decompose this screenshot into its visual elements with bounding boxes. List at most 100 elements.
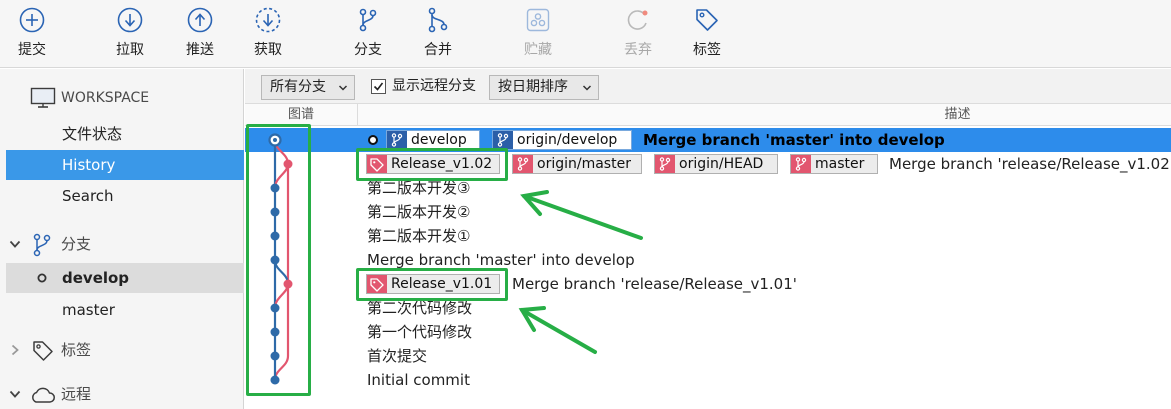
sort-dropdown[interactable]: 按日期排序 [489,75,599,100]
branch-badge-icon [655,155,675,173]
annotation-arrows [518,190,643,354]
show-remote-checkbox[interactable] [371,79,386,94]
history-label: History [62,156,116,174]
checkmark-icon [373,82,384,91]
arrow-down-circle-icon [117,7,143,33]
sidebar-item-branch-develop[interactable]: develop [6,263,244,293]
push-label: 推送 [186,42,214,58]
tag-highlight-box-v1-01 [356,268,508,301]
sort-value: 按日期排序 [498,79,568,95]
branch-button[interactable]: 分支 [338,6,398,64]
tag-button[interactable]: 标签 [677,6,737,64]
merge-label: 合并 [424,42,452,58]
ref-badge-master[interactable]: master [790,154,878,174]
ref-badge-label: origin/develop [517,132,618,148]
remotes-header[interactable]: 远程 [0,379,244,409]
stash-box-icon [526,8,550,32]
current-branch-dot-icon [37,273,47,283]
file-status-label: 文件状态 [62,125,123,143]
graph-column-label: 图谱 [287,107,314,122]
commit-message: 第二版本开发① [367,227,471,245]
commit-message: Initial commit [367,371,470,389]
discard-refresh-icon [627,10,648,30]
branch-badge-icon [791,155,811,173]
workspace-header[interactable]: WORKSPACE [0,83,244,113]
toolbar: 提交 拉取 推送 获取 分支 合并 贮藏 丢弃 标签 [0,0,1171,68]
commit-message: 首次提交 [367,347,428,365]
commit-row[interactable]: Initial commit [245,368,1171,392]
stash-button[interactable]: 贮藏 [508,6,568,64]
branch-label: 分支 [354,42,382,58]
search-label: Search [62,187,114,205]
stash-label: 贮藏 [524,42,552,58]
pull-button[interactable]: 拉取 [100,6,160,64]
branch-badge-icon [493,131,513,149]
monitor-icon [30,87,56,108]
tags-header-label: 标签 [61,341,92,359]
head-indicator-icon [368,135,378,145]
merge-icon [428,7,448,33]
sidebar-item-history[interactable]: History [6,150,244,180]
ref-badge-origin-master[interactable]: origin/master [512,154,642,174]
commit-label: 提交 [18,42,46,58]
chevron-down-icon [338,85,348,91]
commit-message: 第二版本开发② [367,203,471,221]
branch-badge-icon [513,155,533,173]
push-button[interactable]: 推送 [170,6,230,64]
branch-badge-icon [387,131,407,149]
chevron-down-icon [9,240,21,248]
remotes-header-label: 远程 [61,385,92,403]
filter-bar: 所有分支 显示远程分支 按日期排序 [245,69,1171,104]
ref-badge-label: develop [411,132,467,148]
branch-master-label: master [62,301,115,319]
fetch-button[interactable]: 获取 [238,6,298,64]
discard-label: 丢弃 [624,42,652,58]
annotation-arrow [522,194,643,240]
commit-row[interactable]: 第一个代码修改 [245,320,1171,344]
workspace-label: WORKSPACE [61,90,150,106]
tag-icon [33,341,53,361]
ref-badge-label: master [815,156,865,172]
tag-icon [696,9,718,31]
ref-badge-label: origin/master [537,156,631,172]
pull-label: 拉取 [116,42,144,58]
commit-message: Merge branch 'release/Release_v1.02' [889,155,1171,173]
commit-row[interactable]: 第二版本开发① [245,224,1171,248]
branch-icon [359,8,377,32]
tag-label: 标签 [693,42,721,58]
column-header-graph[interactable]: 图谱 [245,104,358,126]
branch-icon [33,233,51,257]
fetch-label: 获取 [254,42,282,58]
commit-row[interactable]: 第二版本开发② [245,200,1171,224]
plus-circle-icon [19,7,45,33]
tags-header[interactable]: 标签 [0,335,244,365]
ref-badge-origin-head[interactable]: origin/HEAD [654,154,778,174]
sidebar-item-file-status[interactable]: 文件状态 [0,119,244,149]
arrow-up-circle-icon [187,7,213,33]
chevron-right-icon [11,344,19,356]
ref-badge-develop[interactable]: develop [386,130,480,150]
commit-message: Merge branch 'master' into develop [643,131,945,149]
fetch-dashed-circle-icon [255,7,281,33]
show-remote-label[interactable]: 显示远程分支 [392,77,476,95]
ref-badge-origin-develop[interactable]: origin/develop [492,130,632,150]
commit-row[interactable]: 首次提交 [245,344,1171,368]
merge-button[interactable]: 合并 [408,6,468,64]
branch-develop-label: develop [62,269,130,287]
graph-highlight-box [246,124,311,396]
branches-header[interactable]: 分支 [0,229,244,259]
commit-message: 第一个代码修改 [367,323,473,341]
branch-filter-dropdown[interactable]: 所有分支 [261,75,355,100]
tag-highlight-box-v1-02 [356,148,508,181]
discard-button[interactable]: 丢弃 [608,6,668,64]
ref-badge-label: origin/HEAD [679,156,764,172]
sidebar: WORKSPACE 文件状态 History Search 分支 develop… [0,69,244,409]
sidebar-item-branch-master[interactable]: master [0,295,244,325]
sidebar-item-search[interactable]: Search [0,181,244,211]
commit-button[interactable]: 提交 [2,6,62,64]
description-column-label: 描述 [944,107,971,122]
chevron-down-icon [9,390,21,398]
column-header-description[interactable]: 描述 [358,104,1171,126]
cloud-icon [32,387,55,403]
branches-header-label: 分支 [61,235,92,253]
